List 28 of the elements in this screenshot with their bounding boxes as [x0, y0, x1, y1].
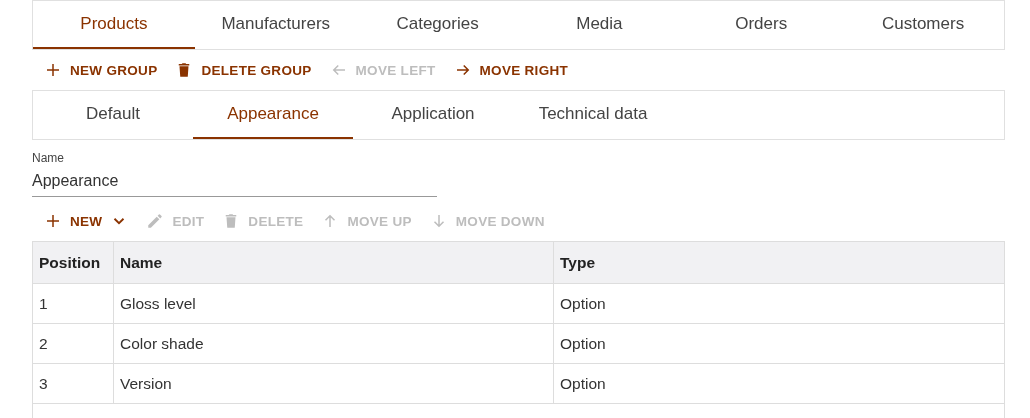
plus-icon: [44, 61, 62, 79]
tab[interactable]: Orders: [680, 1, 843, 49]
column-header: Position: [33, 242, 114, 284]
table-cell: 1: [33, 283, 114, 324]
table-cell: 2: [33, 323, 114, 364]
pencil-icon: [146, 212, 165, 230]
tab[interactable]: Default: [33, 91, 193, 139]
toolbar-button[interactable]: NEW GROUP: [38, 57, 164, 83]
field-label: Name: [32, 151, 64, 165]
tab[interactable]: Customers: [842, 1, 1004, 49]
plus-icon: [44, 212, 62, 230]
column-header: Type: [553, 242, 1004, 284]
table-cell: Gloss level: [113, 283, 554, 324]
name-field[interactable]: Appearance: [32, 166, 437, 197]
toolbar-button[interactable]: NEW: [38, 208, 135, 234]
table-cell: Version: [113, 363, 554, 404]
tab[interactable]: Appearance: [193, 91, 353, 139]
tab[interactable]: Media: [518, 1, 681, 49]
tab[interactable]: Technical data: [513, 91, 673, 139]
tab[interactable]: Categories: [356, 1, 519, 49]
tab[interactable]: Products: [33, 1, 195, 49]
tab[interactable]: Application: [353, 91, 513, 139]
column-header: Name: [113, 242, 554, 284]
tab[interactable]: Manufacturers: [194, 1, 357, 49]
table-cell: 3: [33, 363, 114, 404]
toolbar-button[interactable]: DELETE GROUP: [169, 57, 318, 83]
toolbar-button[interactable]: MOVE RIGHT: [447, 57, 575, 83]
table-cell: Color shade: [113, 323, 554, 364]
